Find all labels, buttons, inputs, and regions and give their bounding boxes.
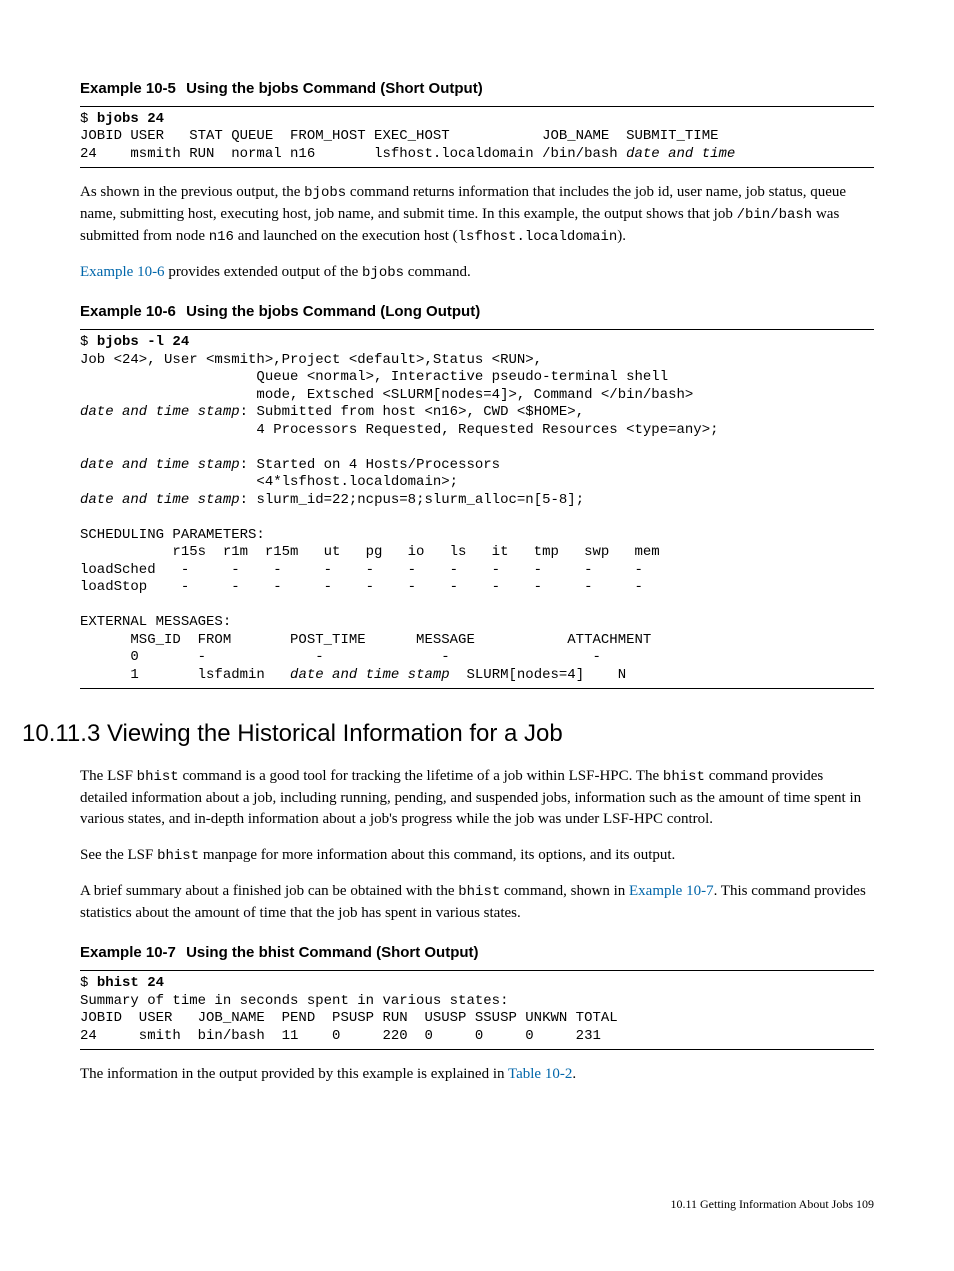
link-example-10-6[interactable]: Example 10-6 — [80, 264, 165, 280]
section-heading-10-11-3: 10.11.3 Viewing the Historical Informati… — [22, 717, 874, 752]
example-10-7-title: Example 10-7 Using the bhist Command (Sh… — [80, 942, 874, 964]
example-10-6-title: Example 10-6 Using the bjobs Command (Lo… — [80, 301, 874, 323]
example-10-5-title: Example 10-5 Using the bjobs Command (Sh… — [80, 78, 874, 100]
paragraph: Example 10-6 provides extended output of… — [80, 262, 874, 284]
example-text: Using the bjobs Command (Short Output) — [186, 80, 483, 97]
code-block-ex10-6: $ bjobs -l 24 Job <24>, User <msmith>,Pr… — [80, 329, 874, 689]
example-num: Example 10-5 — [80, 80, 176, 97]
page-footer: 10.11 Getting Information About Jobs 109 — [80, 1196, 874, 1213]
link-table-10-2[interactable]: Table 10-2 — [508, 1066, 572, 1082]
link-example-10-7[interactable]: Example 10-7 — [629, 883, 714, 899]
paragraph: As shown in the previous output, the bjo… — [80, 182, 874, 247]
code-block-ex10-5: $ bjobs 24 JOBID USER STAT QUEUE FROM_HO… — [80, 106, 874, 169]
example-num: Example 10-6 — [80, 303, 176, 320]
paragraph: A brief summary about a finished job can… — [80, 881, 874, 925]
paragraph: The LSF bhist command is a good tool for… — [80, 766, 874, 831]
example-num: Example 10-7 — [80, 944, 176, 961]
code-block-ex10-7: $ bhist 24 Summary of time in seconds sp… — [80, 970, 874, 1050]
example-text: Using the bhist Command (Short Output) — [186, 944, 478, 961]
paragraph: See the LSF bhist manpage for more infor… — [80, 845, 874, 867]
example-text: Using the bjobs Command (Long Output) — [186, 303, 480, 320]
paragraph: The information in the output provided b… — [80, 1064, 874, 1086]
